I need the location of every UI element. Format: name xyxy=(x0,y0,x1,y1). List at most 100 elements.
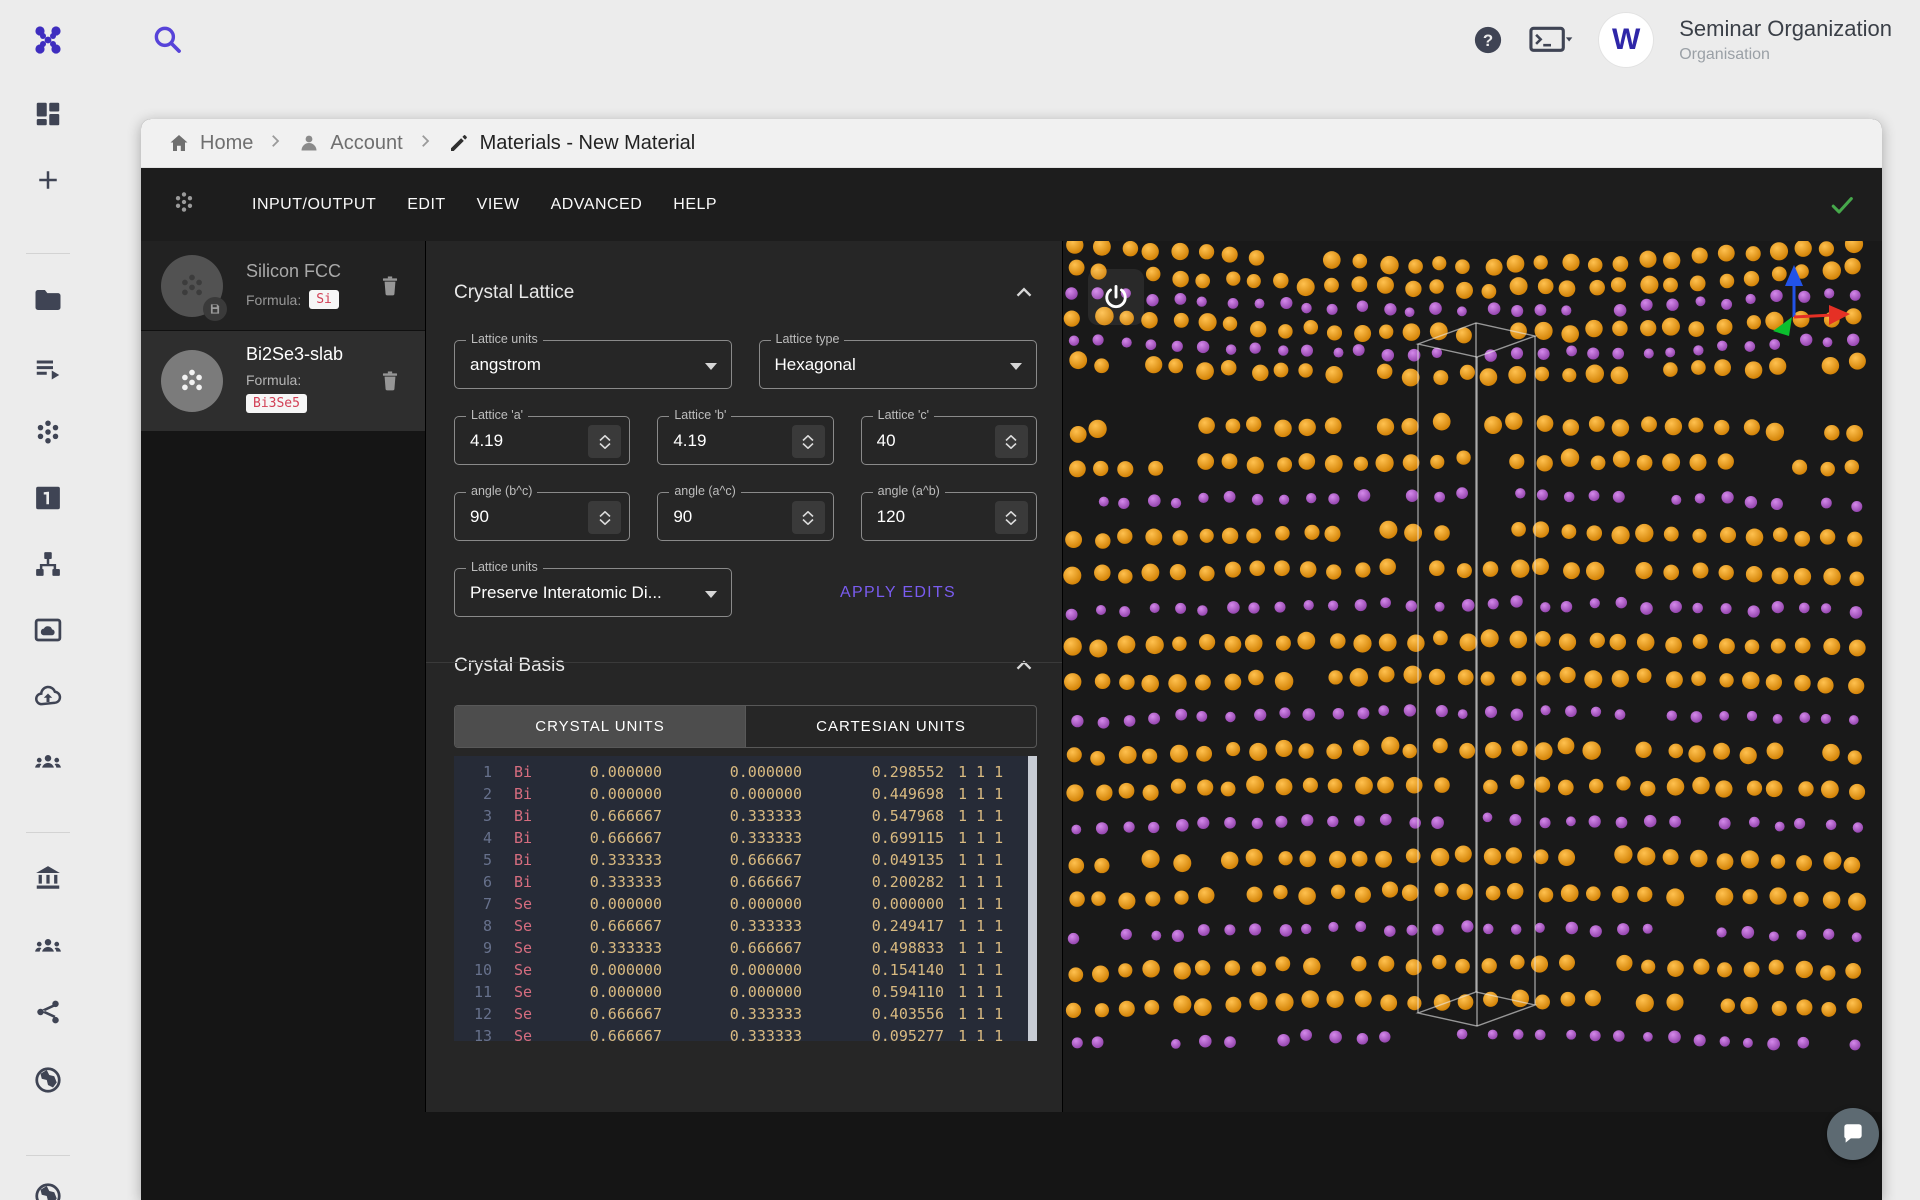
default-material-badge-icon xyxy=(203,297,227,321)
basis-row[interactable]: 11Se0.0000000.0000000.5941101 1 1 xyxy=(462,981,1037,1003)
angle-gamma-input[interactable]: angle (a^b) 120 xyxy=(861,492,1037,541)
number-stepper[interactable] xyxy=(588,501,621,534)
user-avatar[interactable]: W xyxy=(1599,13,1653,67)
create-new-icon[interactable] xyxy=(28,160,68,200)
changes-applied-check-icon[interactable] xyxy=(1828,191,1856,219)
number-stepper[interactable] xyxy=(995,425,1028,458)
field-value: 120 xyxy=(877,493,905,540)
delete-material-icon[interactable] xyxy=(377,273,403,299)
angle-beta-input[interactable]: angle (a^c) 90 xyxy=(657,492,833,541)
institution-bank-icon[interactable] xyxy=(28,858,68,898)
image-bank-icon[interactable] xyxy=(28,610,68,650)
workflows-sitemap-icon[interactable] xyxy=(28,544,68,584)
caret-down-icon xyxy=(705,363,717,370)
app-logo-icon[interactable] xyxy=(28,20,68,60)
number-stepper[interactable] xyxy=(792,425,825,458)
breadcrumb: Home Account Materials - New Material xyxy=(141,119,1882,168)
lattice-c-input[interactable]: Lattice 'c' 40 xyxy=(861,416,1037,465)
molecule-icon xyxy=(171,189,197,220)
number-stepper[interactable] xyxy=(995,501,1028,534)
field-value: angstrom xyxy=(470,341,541,388)
field-value: Hexagonal xyxy=(775,341,856,388)
materials-folder-icon[interactable] xyxy=(28,280,68,320)
caret-down-icon xyxy=(1010,363,1022,370)
basis-row[interactable]: 4Bi0.6666670.3333330.6991151 1 1 xyxy=(462,827,1037,849)
menu-view[interactable]: VIEW xyxy=(477,196,520,214)
crystal-basis-heading: Crystal Basis xyxy=(454,655,565,677)
field-value: 90 xyxy=(673,493,692,540)
lattice-units-select[interactable]: Lattice units angstrom xyxy=(454,340,732,389)
basis-row[interactable]: 2Bi0.0000000.0000000.4496981 1 1 xyxy=(462,783,1037,805)
org-block[interactable]: Seminar Organization Organisation xyxy=(1679,15,1892,65)
jobs-playlist-icon[interactable] xyxy=(28,348,68,388)
field-value: 4.19 xyxy=(470,417,503,464)
team-group-icon[interactable] xyxy=(28,742,68,782)
lattice-a-input[interactable]: Lattice 'a' 4.19 xyxy=(454,416,630,465)
material-thumbnail xyxy=(161,255,223,317)
organization-group-icon[interactable] xyxy=(28,926,68,966)
field-value: 4.19 xyxy=(673,417,706,464)
basis-coordinates-editor[interactable]: 1Bi0.0000000.0000000.2985521 1 12Bi0.000… xyxy=(454,756,1037,1041)
search-icon[interactable] xyxy=(150,22,186,58)
basis-units-tabs: CRYSTAL UNITS CARTESIAN UNITS xyxy=(454,705,1037,748)
basis-row[interactable]: 13Se0.6666670.3333330.0952771 1 1 xyxy=(462,1025,1037,1041)
number-stepper[interactable] xyxy=(588,425,621,458)
public-globe-icon[interactable] xyxy=(28,1060,68,1100)
lattice-type-select[interactable]: Lattice type Hexagonal xyxy=(759,340,1038,389)
home-icon xyxy=(167,131,191,155)
crystal-lattice-heading: Crystal Lattice xyxy=(454,282,574,304)
collapse-section-icon[interactable] xyxy=(1011,653,1037,679)
editor-scrollbar[interactable] xyxy=(1028,756,1037,1041)
tab-crystal-units[interactable]: CRYSTAL UNITS xyxy=(455,706,745,747)
chat-launcher-button[interactable] xyxy=(1827,1108,1879,1160)
material-item-silicon-fcc[interactable]: Silicon FCC Formula: Si xyxy=(141,241,425,331)
breadcrumb-account-label: Account xyxy=(330,132,402,155)
designer-menubar: INPUT/OUTPUT EDIT VIEW ADVANCED HELP xyxy=(141,168,1882,241)
breadcrumb-current-page: Materials - New Material xyxy=(447,131,696,155)
menu-edit[interactable]: EDIT xyxy=(407,196,445,214)
basis-row[interactable]: 6Bi0.3333330.6666670.2002821 1 1 xyxy=(462,871,1037,893)
breadcrumb-account[interactable]: Account xyxy=(297,131,402,155)
breadcrumb-home-label: Home xyxy=(200,132,253,155)
window-footer-strip xyxy=(141,1112,1882,1200)
help-icon[interactable]: ? xyxy=(1473,25,1503,55)
basis-row[interactable]: 10Se0.0000000.0000000.1541401 1 1 xyxy=(462,959,1037,981)
formula-label: Formula: xyxy=(246,292,301,308)
cloud-upload-icon[interactable] xyxy=(28,676,68,716)
material-item-bi2se3-slab[interactable]: Bi2Se3-slab Formula: Bi3Se5 xyxy=(141,331,425,431)
globe-icon-partial[interactable] xyxy=(28,1176,68,1200)
angle-alpha-input[interactable]: angle (b^c) 90 xyxy=(454,492,630,541)
atomic-structure-render[interactable] xyxy=(1063,241,1881,1112)
basis-row[interactable]: 9Se0.3333330.6666670.4988331 1 1 xyxy=(462,937,1037,959)
basis-row[interactable]: 3Bi0.6666670.3333330.5479681 1 1 xyxy=(462,805,1037,827)
basis-row[interactable]: 12Se0.6666670.3333330.4035561 1 1 xyxy=(462,1003,1037,1025)
dashboard-icon[interactable] xyxy=(28,94,68,134)
lattice-b-input[interactable]: Lattice 'b' 4.19 xyxy=(657,416,833,465)
tab-cartesian-units[interactable]: CARTESIAN UNITS xyxy=(745,706,1036,747)
material-name: Silicon FCC xyxy=(246,261,377,282)
section-divider xyxy=(426,662,1062,663)
material-thumbnail xyxy=(161,350,223,412)
basis-row[interactable]: 8Se0.6666670.3333330.2494171 1 1 xyxy=(462,915,1037,937)
breadcrumb-home[interactable]: Home xyxy=(167,131,253,155)
unit-one-icon[interactable] xyxy=(28,478,68,518)
atoms-icon[interactable] xyxy=(28,412,68,452)
formula-chip: Bi3Se5 xyxy=(246,394,307,413)
console-dropdown-icon[interactable] xyxy=(1529,24,1573,56)
structure-3d-viewer[interactable] xyxy=(1063,241,1881,1112)
sidebar-divider xyxy=(26,832,70,833)
sidebar-divider xyxy=(26,1155,70,1156)
delete-material-icon[interactable] xyxy=(377,368,403,394)
basis-row[interactable]: 5Bi0.3333330.6666670.0491351 1 1 xyxy=(462,849,1037,871)
menu-help[interactable]: HELP xyxy=(673,196,717,214)
share-icon[interactable] xyxy=(28,992,68,1032)
menu-advanced[interactable]: ADVANCED xyxy=(551,196,643,214)
basis-row[interactable]: 7Se0.0000000.0000000.0000001 1 1 xyxy=(462,893,1037,915)
edit-units-select[interactable]: Lattice units Preserve Interatomic Di... xyxy=(454,568,732,617)
menu-input-output[interactable]: INPUT/OUTPUT xyxy=(252,196,376,214)
basis-row[interactable]: 1Bi0.0000000.0000000.2985521 1 1 xyxy=(462,761,1037,783)
power-toggle-icon[interactable] xyxy=(1088,269,1144,325)
number-stepper[interactable] xyxy=(792,501,825,534)
apply-edits-button[interactable]: APPLY EDITS xyxy=(840,584,956,602)
collapse-section-icon[interactable] xyxy=(1011,280,1037,306)
